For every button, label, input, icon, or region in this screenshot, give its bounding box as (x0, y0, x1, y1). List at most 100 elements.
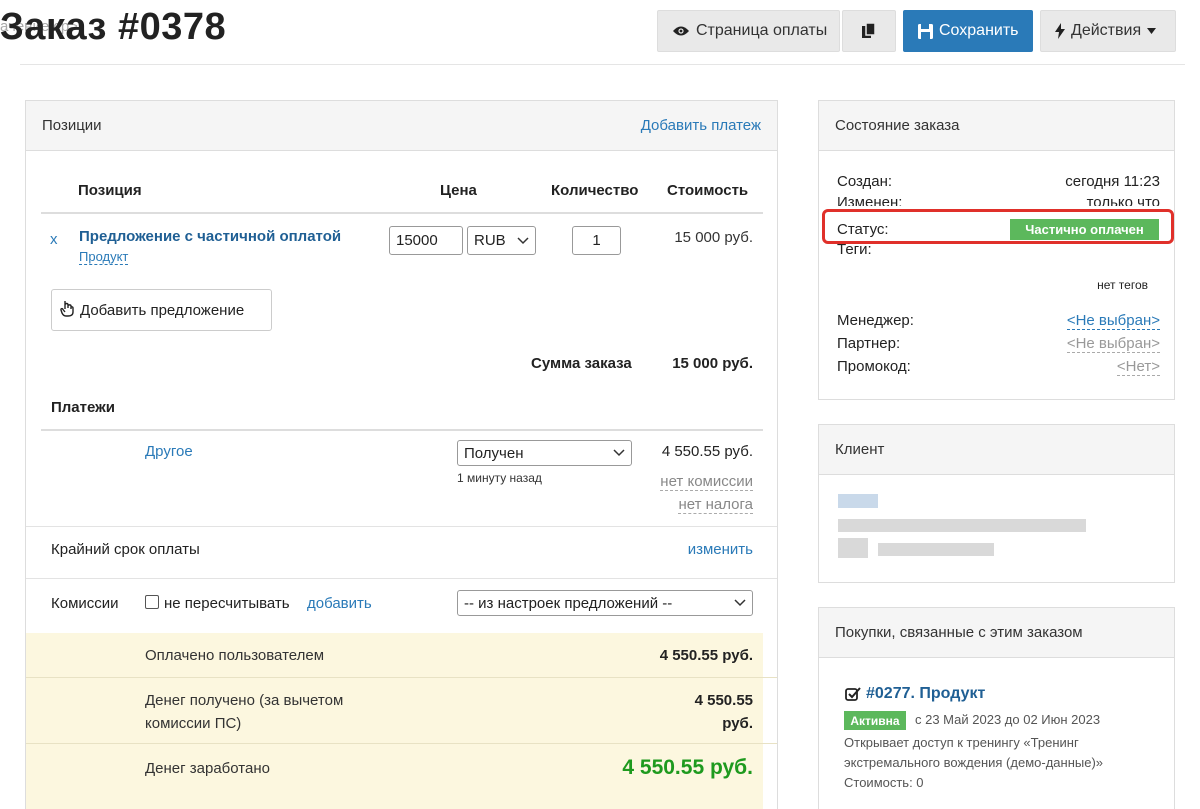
payment-amount: 4 550.55 руб. (661, 443, 753, 460)
check-square-icon (845, 687, 861, 706)
header-divider (20, 64, 1185, 65)
table-header-divider (41, 212, 763, 214)
paid-label: Оплачено пользователем (145, 647, 325, 664)
copy-icon (862, 23, 876, 39)
client-name-redacted (838, 494, 878, 508)
client-email-redacted (838, 519, 1086, 532)
summary-divider-1 (26, 677, 777, 678)
col-quantity-header: Количество (551, 182, 639, 199)
save-button[interactable]: Сохранить (903, 10, 1033, 52)
payment-time: 1 минуту назад (457, 471, 542, 485)
related-desc-line2: экстремального вождения (демо-данные)» (844, 755, 1104, 770)
payments-title: Платежи (51, 399, 115, 416)
page-title: Заказ #0378 (0, 6, 227, 48)
no-recalc-checkbox[interactable] (145, 595, 159, 609)
received-label-line2: комиссии ПС) (145, 715, 242, 732)
add-offer-button[interactable]: Добавить предложение (51, 289, 272, 331)
partner-select-link[interactable]: <Не выбран> (1066, 335, 1160, 353)
related-header: Покупки, связанные с этим заказом (819, 608, 1174, 658)
chevron-down-icon (734, 599, 746, 607)
currency-select[interactable]: RUB (467, 226, 536, 255)
copy-button[interactable] (842, 10, 896, 52)
modified-row: Изменен: только что (830, 190, 1165, 206)
commission-source-value: -- из настроек предложений -- (464, 594, 673, 612)
manager-select-link[interactable]: <Не выбран> (1066, 312, 1160, 330)
deadline-label: Крайний срок оплаты (51, 541, 200, 558)
created-label: Создан: (837, 173, 893, 190)
add-offer-label: Добавить предложение (80, 301, 245, 319)
positions-panel-title: Позиции (42, 117, 102, 134)
commission-source-select[interactable]: -- из настроек предложений -- (457, 590, 753, 616)
received-value-line2: руб. (722, 715, 753, 732)
add-commission-link[interactable]: добавить (307, 595, 372, 612)
related-purchase-link[interactable]: #0277. Продукт (866, 685, 985, 703)
col-position-header: Позиция (78, 182, 142, 199)
client-title: Клиент (835, 441, 885, 458)
bolt-icon (1055, 23, 1065, 39)
partner-label: Партнер: (837, 335, 901, 352)
client-header: Клиент (819, 425, 1174, 475)
promo-label: Промокод: (837, 358, 911, 375)
related-title: Покупки, связанные с этим заказом (835, 624, 1083, 641)
received-value-line1: 4 550.55 (694, 692, 753, 709)
tags-label: Теги: (837, 244, 872, 258)
summary-block (26, 633, 763, 809)
summary-divider-2 (26, 743, 777, 744)
earned-label: Денег заработано (145, 760, 270, 777)
currency-value: RUB (474, 232, 506, 249)
remove-item-link[interactable]: x (50, 231, 58, 248)
deadline-divider-bottom (26, 578, 777, 579)
related-period: с 23 Май 2023 до 02 Июн 2023 (915, 712, 1101, 727)
actions-label: Действия (1071, 22, 1142, 39)
item-name-link[interactable]: Предложение с частичной оплатой (79, 228, 341, 245)
caret-down-icon (1147, 28, 1157, 34)
modified-value: только что (1086, 194, 1160, 206)
payment-page-label: Страница оплаты (696, 22, 828, 39)
paid-value: 4 550.55 руб. (659, 647, 753, 664)
quantity-input[interactable]: 1 (572, 226, 621, 255)
hand-pointer-icon (60, 300, 74, 321)
col-cost-header: Стоимость (667, 182, 749, 199)
payment-status-select[interactable]: Получен (457, 440, 632, 466)
payment-page-button[interactable]: Страница оплаты (657, 10, 840, 52)
eye-icon (672, 25, 690, 37)
col-price-header: Цена (440, 182, 477, 199)
modified-label: Изменен: (837, 194, 903, 206)
received-label-line1: Денег получено (за вычетом (145, 692, 344, 709)
related-desc-line1: Открывает доступ к тренингу «Тренинг (844, 735, 1079, 750)
item-type-link[interactable]: Продукт (79, 249, 129, 265)
chevron-down-icon (517, 236, 529, 244)
floppy-icon (918, 23, 933, 39)
order-sum-value: 15 000 руб. (672, 355, 753, 372)
price-input[interactable]: 15000 (389, 226, 463, 255)
no-recalc-label: не пересчитывать (164, 595, 290, 612)
item-cost: 15 000 руб. (674, 229, 753, 246)
status-highlight-box (822, 209, 1174, 244)
client-phone-redacted (878, 543, 994, 556)
tags-value: нет тегов (1097, 278, 1148, 292)
tax-link[interactable]: нет налога (678, 496, 753, 514)
chevron-down-icon (613, 449, 625, 457)
created-value: сегодня 11:23 (1065, 173, 1160, 190)
active-badge: Активна (844, 711, 906, 730)
commission-link[interactable]: нет комиссии (660, 473, 753, 491)
deadline-change-link[interactable]: изменить (688, 541, 753, 558)
positions-panel-header: Позиции Добавить платеж (26, 101, 777, 151)
actions-button[interactable]: Действия (1040, 10, 1176, 52)
earned-value: 4 550.55 руб. (622, 756, 753, 779)
payments-divider (41, 429, 763, 431)
commissions-label: Комиссии (51, 595, 119, 612)
client-avatar-redacted (838, 538, 868, 558)
deadline-divider-top (26, 526, 777, 527)
payment-type-link[interactable]: Другое (145, 443, 193, 460)
related-cost: Стоимость: 0 (844, 775, 924, 790)
payment-status-value: Получен (464, 444, 524, 462)
add-payment-link[interactable]: Добавить платеж (641, 117, 761, 134)
order-state-header: Состояние заказа (819, 101, 1174, 151)
save-label: Сохранить (939, 22, 1019, 39)
tags-row: Теги: (837, 244, 897, 260)
manager-label: Менеджер: (837, 312, 914, 329)
promo-select-link[interactable]: <Нет> (1116, 358, 1160, 376)
order-state-title: Состояние заказа (835, 117, 960, 134)
order-sum-label: Сумма заказа (531, 355, 632, 372)
